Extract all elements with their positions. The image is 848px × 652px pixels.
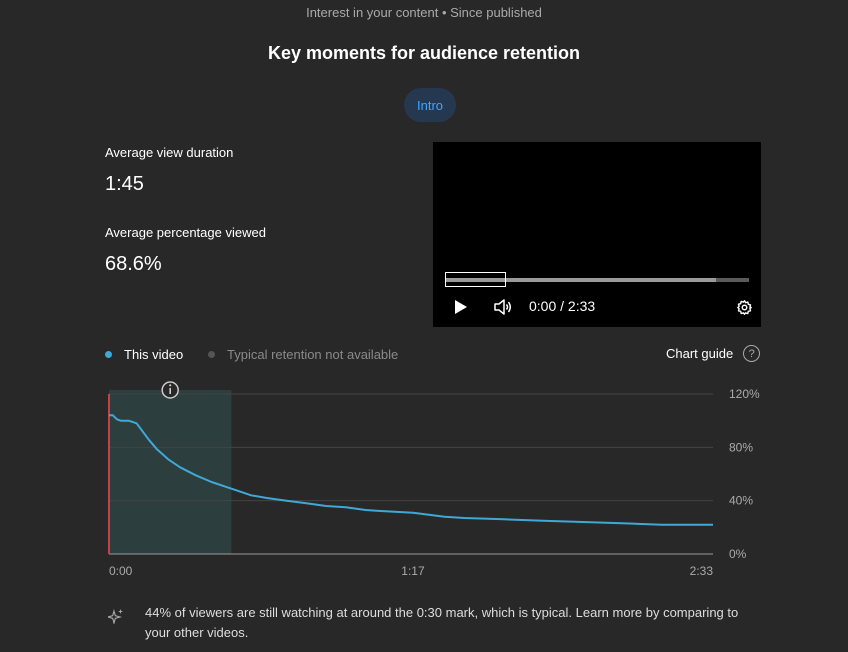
x-tick-label: 2:33 (690, 564, 714, 578)
help-icon: ? (743, 345, 761, 362)
legend-dot-this-video (105, 351, 112, 358)
legend-dot-typical (208, 351, 215, 358)
x-tick-label: 1:17 (401, 564, 425, 578)
video-player[interactable]: 0:00 / 2:33 (433, 142, 761, 327)
x-tick-label: 0:00 (109, 564, 133, 578)
y-tick-label: 40% (729, 494, 753, 508)
insight-text: 44% of viewers are still watching at aro… (145, 605, 739, 640)
legend-label-typical: Typical retention not available (227, 347, 399, 362)
retention-chart[interactable]: 0% 40% 80% 120% 0:00 1:17 2:33 (0, 380, 848, 585)
avg-percentage-viewed-value: 68.6% (105, 253, 162, 275)
intro-chip[interactable]: Intro (404, 88, 456, 122)
intro-highlight-region[interactable] (109, 390, 232, 554)
info-icon-dot (169, 384, 172, 387)
chart-guide-label: Chart guide (666, 346, 734, 361)
legend-typical: Typical retention not available (208, 347, 398, 362)
play-icon[interactable] (454, 299, 468, 315)
chart-guide-link[interactable]: Chart guide ? (666, 345, 761, 362)
legend-label-this-video: This video (124, 347, 184, 362)
volume-icon[interactable] (493, 298, 513, 316)
y-tick-label: 120% (729, 387, 760, 401)
gear-icon[interactable] (736, 299, 753, 316)
legend-this-video: This video (105, 347, 183, 362)
page-title: Key moments for audience retention (267, 43, 581, 63)
header-subtitle: Interest in your content • Since publish… (306, 5, 542, 20)
sparkle-icon (108, 608, 123, 624)
y-tick-label: 0% (729, 547, 747, 561)
progress-preview-box (445, 272, 506, 287)
time-readout: 0:00 / 2:33 (529, 298, 596, 314)
avg-percentage-viewed-label: Average percentage viewed (105, 225, 266, 240)
avg-view-duration-label: Average view duration (105, 145, 234, 160)
y-tick-label: 80% (729, 440, 753, 454)
avg-view-duration-value: 1:45 (105, 173, 144, 195)
